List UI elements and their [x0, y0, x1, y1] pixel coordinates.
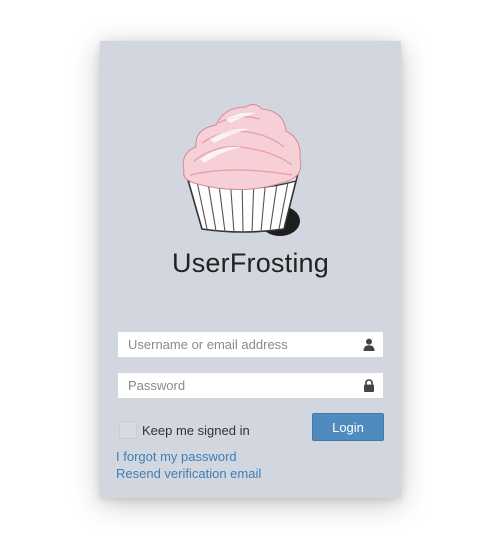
- user-icon: [363, 338, 375, 351]
- username-field[interactable]: [117, 331, 384, 358]
- brand-title: UserFrosting: [172, 248, 329, 278]
- cupcake-logo-icon: [182, 103, 302, 236]
- remember-label: Keep me signed in: [142, 423, 250, 438]
- lock-icon: [364, 379, 374, 392]
- password-input[interactable]: [118, 373, 358, 398]
- username-input[interactable]: [118, 332, 358, 357]
- login-button[interactable]: Login: [312, 413, 384, 441]
- password-field[interactable]: [117, 372, 384, 399]
- forgot-password-link[interactable]: I forgot my password: [116, 449, 237, 464]
- login-page: UserFrosting Keep me signed in Login I f…: [0, 0, 500, 558]
- remember-checkbox[interactable]: [119, 421, 137, 439]
- login-panel: UserFrosting Keep me signed in Login I f…: [100, 41, 401, 498]
- resend-verification-link[interactable]: Resend verification email: [116, 466, 261, 481]
